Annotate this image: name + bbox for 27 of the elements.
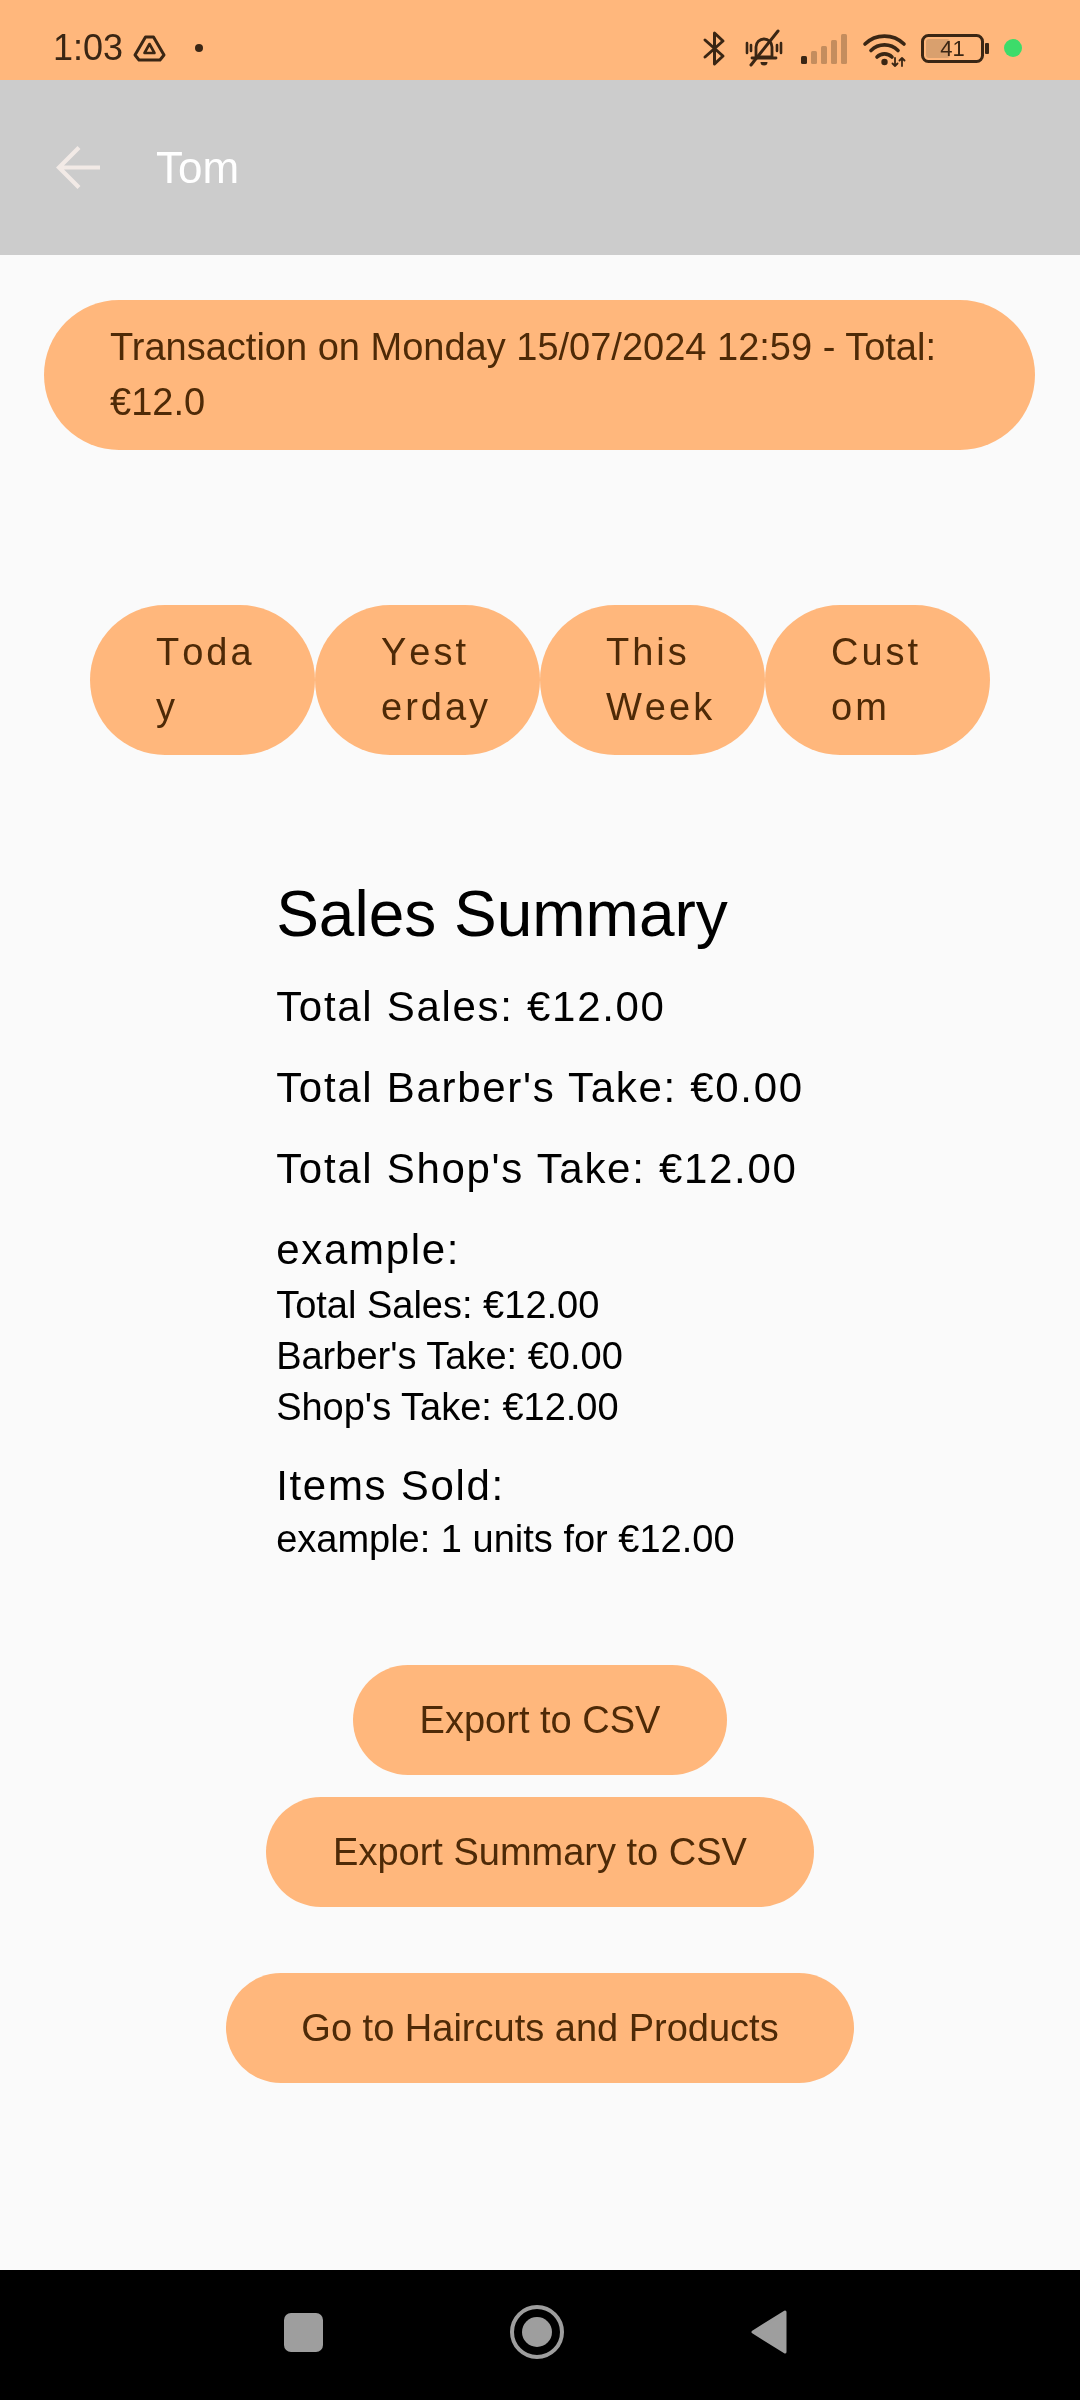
privacy-dot-icon bbox=[1004, 39, 1022, 57]
export-button[interactable]: Export Summary to CSV bbox=[266, 1797, 814, 1907]
items-heading: Items Sold: bbox=[276, 1461, 506, 1511]
export-button[interactable]: Export to CSV bbox=[352, 1665, 728, 1775]
notification-dot-icon bbox=[195, 44, 204, 52]
transaction-item[interactable]: Transaction on Monday 15/07/2024 12:59 - Total: €12.0 bbox=[44, 300, 1035, 450]
summary-title: Sales Summary bbox=[276, 877, 729, 952]
triangle-icon bbox=[133, 34, 167, 62]
barber-stat: Shop's Take: €12.00 bbox=[276, 1385, 620, 1430]
filter-button[interactable]: Yesterday bbox=[315, 605, 540, 755]
navigation-button[interactable]: Go to Haircuts and Products bbox=[226, 1973, 854, 2083]
square-icon[interactable] bbox=[284, 2312, 323, 2352]
barber-stat: Barber's Take: €0.00 bbox=[276, 1334, 624, 1379]
filter-button[interactable]: Today bbox=[90, 605, 315, 755]
battery-indicator: 41 bbox=[921, 33, 990, 63]
summary-total: Total Barber's Take: €0.00 bbox=[276, 1063, 804, 1113]
filter-button[interactable]: Custom bbox=[765, 605, 990, 755]
barber-name: example: bbox=[276, 1225, 462, 1275]
back-icon[interactable] bbox=[751, 2309, 787, 2355]
summary-total: Total Sales: €12.00 bbox=[276, 982, 667, 1032]
item-line: example: 1 units for €12.00 bbox=[276, 1517, 736, 1562]
signal-icon bbox=[800, 32, 848, 64]
summary-total: Total Shop's Take: €12.00 bbox=[276, 1144, 799, 1194]
home-icon[interactable] bbox=[510, 2305, 564, 2359]
barber-stat: Total Sales: €12.00 bbox=[276, 1283, 601, 1328]
filter-button[interactable]: This Week bbox=[540, 605, 765, 755]
status-time: 1:03 bbox=[53, 28, 124, 68]
